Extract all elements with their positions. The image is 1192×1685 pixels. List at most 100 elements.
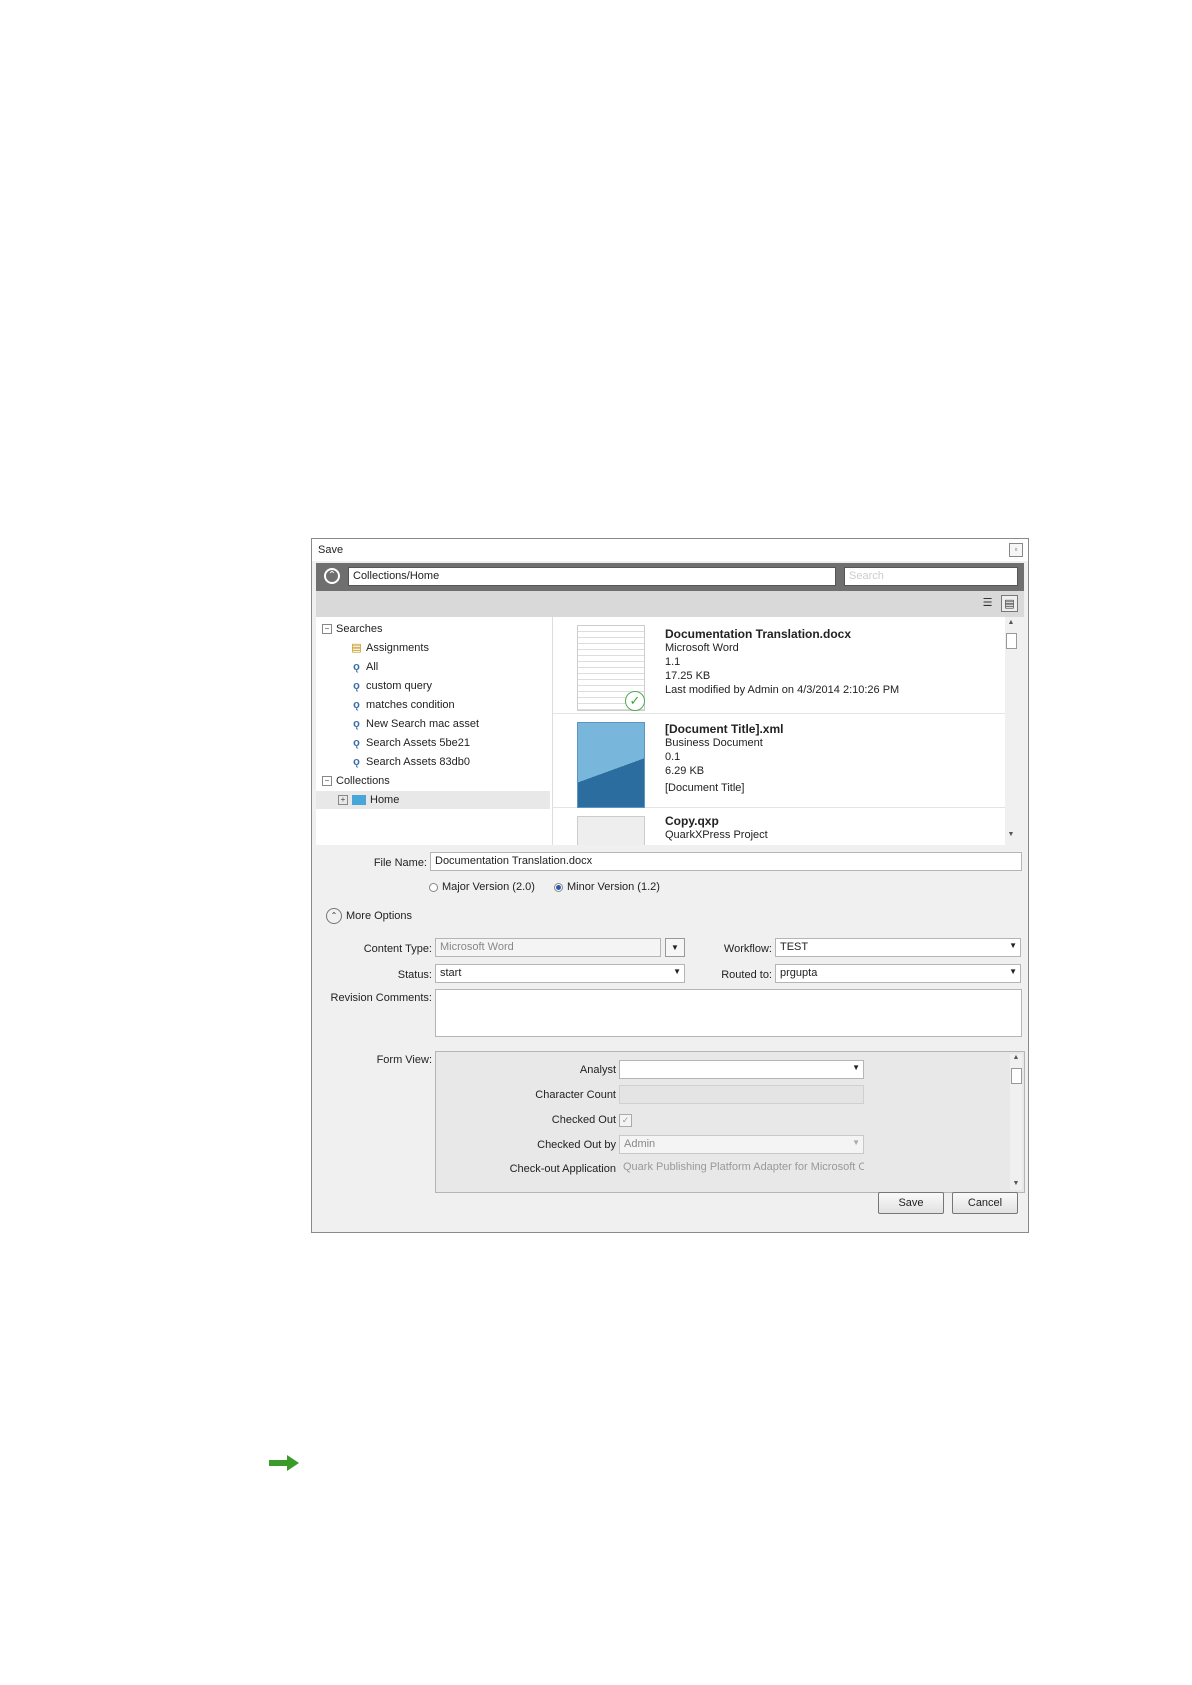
list-item[interactable]: ✓ Documentation Translation.docx Microso… [553, 617, 1005, 714]
minor-version-option[interactable]: Minor Version (1.2) [554, 881, 660, 893]
checked-out-checkbox: ✓ [619, 1114, 632, 1127]
tree-item-home[interactable]: + Home [316, 791, 550, 809]
path-input[interactable]: Collections/Home [348, 567, 836, 586]
navigate-up-icon[interactable]: ⌃ [324, 568, 340, 584]
scroll-down-icon[interactable]: ▼ [1005, 831, 1017, 841]
file-name: Copy.qxp [665, 814, 719, 828]
checked-in-icon: ✓ [625, 691, 645, 711]
workflow-select[interactable]: TEST ▼ [775, 938, 1021, 957]
chevron-down-icon: ▼ [1009, 941, 1017, 950]
scroll-up-icon[interactable]: ▲ [1005, 619, 1017, 629]
file-type: Microsoft Word [665, 642, 739, 654]
workflow-value: TEST [780, 941, 809, 953]
query-icon: ǫ [353, 661, 360, 673]
restore-icon[interactable]: ▫ [1009, 543, 1023, 557]
tree-label: Search Assets 83db0 [366, 756, 470, 768]
status-label: Status: [397, 969, 432, 981]
file-size: 6.29 KB [665, 765, 705, 777]
list-view-icon[interactable]: ☰ [979, 595, 996, 612]
content-type-label: Content Type: [363, 943, 432, 955]
more-options-label: More Options [346, 909, 413, 922]
routed-to-select[interactable]: prgupta ▼ [775, 964, 1021, 983]
file-type: Business Document [665, 737, 763, 749]
assignment-icon: ▤ [351, 642, 362, 654]
scroll-thumb[interactable] [1006, 633, 1017, 649]
form-view-label: Form View: [376, 1054, 432, 1066]
tree-label: Home [370, 794, 400, 806]
tree-label: matches condition [366, 699, 455, 711]
tree-item-custom-query[interactable]: ǫ custom query [350, 677, 432, 695]
query-icon: ǫ [353, 699, 360, 711]
revision-comments-label: Revision Comments: [330, 992, 432, 1004]
list-item[interactable]: [Document Title].xml Business Document 0… [553, 714, 1005, 808]
character-count-field [619, 1085, 864, 1104]
revision-comments-textarea[interactable] [435, 989, 1022, 1037]
chevron-down-icon: ▼ [1009, 967, 1017, 976]
tree-node-searches[interactable]: − Searches [322, 620, 382, 638]
scroll-thumb[interactable] [1011, 1068, 1022, 1084]
expand-icon[interactable]: + [338, 795, 348, 806]
collapse-icon[interactable]: ⌃ [326, 908, 342, 924]
save-dialog: Save ▫ ⌃ Collections/Home Search ☰ ▤ − Se… [311, 538, 1029, 1233]
query-icon: ǫ [353, 718, 360, 730]
status-select[interactable]: start ▼ [435, 964, 685, 983]
tree-label: All [366, 661, 379, 673]
file-version: 0.1 [665, 751, 681, 763]
tree-label: custom query [366, 680, 433, 692]
query-icon: ǫ [353, 680, 360, 692]
form-view-panel: Analyst ▼ Character Count Checked Out ✓ … [435, 1051, 1025, 1193]
query-icon: ǫ [353, 756, 360, 768]
tree-item-matches-condition[interactable]: ǫ matches condition [350, 696, 455, 714]
collapse-icon[interactable]: − [322, 776, 332, 787]
routed-to-value: prgupta [780, 967, 818, 979]
tree-label: Collections [336, 775, 390, 787]
character-count-label: Character Count [535, 1089, 616, 1101]
status-value: start [440, 967, 462, 979]
details-view-icon[interactable]: ▤ [1001, 595, 1018, 612]
major-version-radio[interactable] [429, 882, 438, 892]
tree-item-search-assets-83db0[interactable]: ǫ Search Assets 83db0 [350, 753, 470, 771]
file-name: Documentation Translation.docx [665, 627, 852, 641]
tree-node-collections[interactable]: − Collections [322, 772, 390, 790]
path-bar: ⌃ Collections/Home Search [316, 563, 1024, 591]
cancel-button[interactable]: Cancel [952, 1192, 1018, 1214]
tree-item-assignments[interactable]: ▤ Assignments [350, 639, 429, 657]
analyst-select[interactable]: ▼ [619, 1060, 864, 1079]
file-name-input[interactable]: Documentation Translation.docx [430, 852, 1022, 871]
file-size: 17.25 KB [665, 670, 711, 682]
scroll-down-icon[interactable]: ▼ [1010, 1180, 1022, 1190]
file-version: 1.1 [665, 656, 681, 668]
save-button[interactable]: Save [878, 1192, 944, 1214]
major-version-option[interactable]: Major Version (2.0) [429, 881, 535, 893]
tree-label: Assignments [366, 642, 429, 654]
tree-item-search-assets-5be21[interactable]: ǫ Search Assets 5be21 [350, 734, 470, 752]
form-view-scrollbar[interactable]: ▲ ▼ [1010, 1054, 1022, 1190]
search-input[interactable]: Search [844, 567, 1018, 586]
list-item[interactable]: Copy.qxp QuarkXPress Project [553, 808, 1005, 845]
checked-out-by-label: Checked Out by [537, 1139, 616, 1151]
scroll-up-icon[interactable]: ▲ [1010, 1054, 1022, 1064]
dialog-title: Save [318, 544, 344, 556]
query-icon: ǫ [353, 737, 360, 749]
chevron-down-icon: ▼ [852, 1138, 860, 1147]
tree-item-all[interactable]: ǫ All [350, 658, 378, 676]
workflow-label: Workflow: [723, 943, 772, 955]
checkout-app-field: Quark Publishing Platform Adapter for Mi… [623, 1161, 864, 1173]
checked-out-by-value: Admin [624, 1138, 656, 1150]
chevron-down-icon: ▼ [852, 1063, 860, 1072]
document-thumbnail [577, 722, 645, 808]
collapse-icon[interactable]: − [322, 624, 332, 635]
file-name: [Document Title].xml [665, 722, 784, 736]
file-list-scrollbar[interactable]: ▲ ▼ [1005, 619, 1017, 841]
minor-version-radio[interactable] [554, 882, 563, 892]
view-toolbar: ☰ ▤ [316, 591, 1024, 617]
tree-item-new-search-mac-asset[interactable]: ǫ New Search mac asset [350, 715, 479, 733]
analyst-label: Analyst [579, 1064, 616, 1076]
folder-icon [352, 795, 366, 806]
file-modified: Last modified by Admin on 4/3/2014 2:10:… [665, 684, 900, 696]
more-options-toggle[interactable]: ⌃ More Options [326, 908, 412, 924]
file-list: ✓ Documentation Translation.docx Microso… [553, 617, 1005, 845]
navigation-tree: − Searches ▤ Assignments ǫ All ǫ custom quer… [316, 617, 553, 845]
checked-out-label: Checked Out [551, 1114, 616, 1126]
document-thumbnail [577, 816, 645, 845]
